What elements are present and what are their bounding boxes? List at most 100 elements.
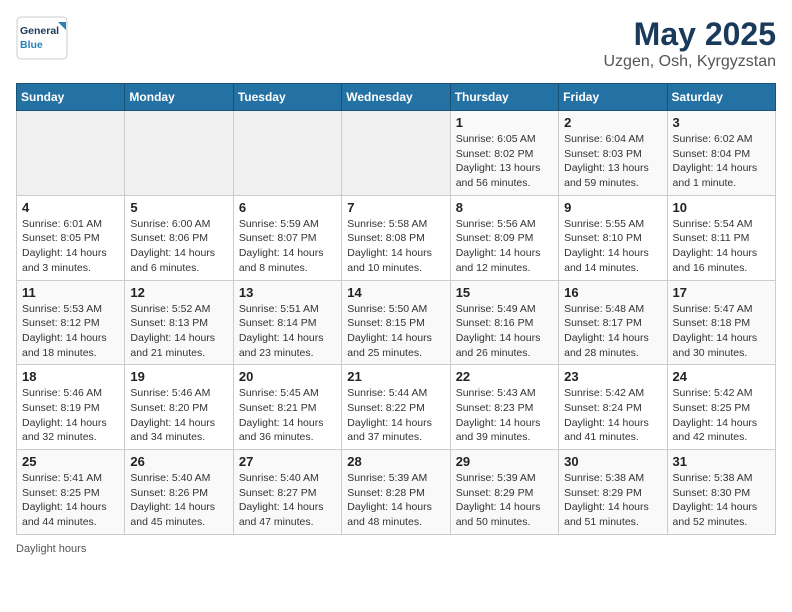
day-number: 9 — [564, 200, 661, 215]
day-info: Sunrise: 5:46 AMSunset: 8:19 PMDaylight:… — [22, 386, 119, 445]
calendar-cell: 19 Sunrise: 5:46 AMSunset: 8:20 PMDayligh… — [125, 365, 233, 450]
day-info: Sunrise: 5:40 AMSunset: 8:27 PMDaylight:… — [239, 471, 336, 530]
dow-header-friday: Friday — [559, 84, 667, 111]
calendar-cell — [233, 111, 341, 196]
calendar-cell: 6Sunrise: 5:59 AMSunset: 8:07 PMDaylight… — [233, 195, 341, 280]
day-number: 17 — [673, 285, 770, 300]
day-info: Sunrise: 5:46 AMSunset: 8:20 PMDaylight:… — [130, 386, 227, 445]
calendar-cell: 11 Sunrise: 5:53 AMSunset: 8:12 PMDayligh… — [17, 280, 125, 365]
calendar-cell: 23 Sunrise: 5:42 AMSunset: 8:24 PMDayligh… — [559, 365, 667, 450]
day-info: Sunrise: 6:05 AMSunset: 8:02 PMDaylight:… — [456, 132, 553, 191]
calendar-cell: 28 Sunrise: 5:39 AMSunset: 8:28 PMDayligh… — [342, 450, 450, 535]
day-info: Sunrise: 5:56 AMSunset: 8:09 PMDaylight:… — [456, 217, 553, 276]
day-number: 3 — [673, 115, 770, 130]
calendar-cell — [125, 111, 233, 196]
day-info: Sunrise: 5:38 AMSunset: 8:30 PMDaylight:… — [673, 471, 770, 530]
day-number: 2 — [564, 115, 661, 130]
logo: General Blue — [16, 16, 68, 60]
day-info: Sunrise: 5:47 AMSunset: 8:18 PMDaylight:… — [673, 302, 770, 361]
dow-header-saturday: Saturday — [667, 84, 775, 111]
page-subtitle: Uzgen, Osh, Kyrgyzstan — [603, 53, 776, 71]
calendar-cell: 18 Sunrise: 5:46 AMSunset: 8:19 PMDayligh… — [17, 365, 125, 450]
day-info: Sunrise: 5:42 AMSunset: 8:25 PMDaylight:… — [673, 386, 770, 445]
day-number: 11 — [22, 285, 119, 300]
calendar-cell — [17, 111, 125, 196]
day-info: Sunrise: 6:02 AMSunset: 8:04 PMDaylight:… — [673, 132, 770, 191]
day-info: Sunrise: 6:04 AMSunset: 8:03 PMDaylight:… — [564, 132, 661, 191]
calendar-cell: 7 Sunrise: 5:58 AMSunset: 8:08 PMDaylight… — [342, 195, 450, 280]
calendar-cell: 15Sunrise: 5:49 AMSunset: 8:16 PMDayligh… — [450, 280, 558, 365]
day-info: Sunrise: 5:42 AMSunset: 8:24 PMDaylight:… — [564, 386, 661, 445]
calendar-cell: 1Sunrise: 6:05 AMSunset: 8:02 PMDaylight… — [450, 111, 558, 196]
calendar-table: SundayMondayTuesdayWednesdayThursdayFrid… — [16, 83, 776, 535]
dow-header-wednesday: Wednesday — [342, 84, 450, 111]
days-of-week-row: SundayMondayTuesdayWednesdayThursdayFrid… — [17, 84, 776, 111]
dow-header-sunday: Sunday — [17, 84, 125, 111]
day-number: 24 — [673, 369, 770, 384]
day-info: Sunrise: 5:45 AMSunset: 8:21 PMDaylight:… — [239, 386, 336, 445]
dow-header-thursday: Thursday — [450, 84, 558, 111]
day-info: Sunrise: 5:44 AMSunset: 8:22 PMDaylight:… — [347, 386, 444, 445]
day-info: Sunrise: 5:55 AMSunset: 8:10 PMDaylight:… — [564, 217, 661, 276]
day-number: 16 — [564, 285, 661, 300]
daylight-note: Daylight hours — [16, 543, 86, 555]
day-number: 30 — [564, 454, 661, 469]
dow-header-tuesday: Tuesday — [233, 84, 341, 111]
day-number: 15 — [456, 285, 553, 300]
day-info: Sunrise: 5:58 AMSunset: 8:08 PMDaylight:… — [347, 217, 444, 276]
calendar-cell: 30 Sunrise: 5:38 AMSunset: 8:29 PMDayligh… — [559, 450, 667, 535]
day-info: Sunrise: 5:50 AMSunset: 8:15 PMDaylight:… — [347, 302, 444, 361]
day-number: 19 — [130, 369, 227, 384]
day-number: 20 — [239, 369, 336, 384]
calendar-body: 1Sunrise: 6:05 AMSunset: 8:02 PMDaylight… — [17, 111, 776, 535]
calendar-cell: 10 Sunrise: 5:54 AMSunset: 8:11 PMDayligh… — [667, 195, 775, 280]
day-number: 23 — [564, 369, 661, 384]
day-number: 10 — [673, 200, 770, 215]
calendar-week-1: 1Sunrise: 6:05 AMSunset: 8:02 PMDaylight… — [17, 111, 776, 196]
calendar-week-4: 18 Sunrise: 5:46 AMSunset: 8:19 PMDayligh… — [17, 365, 776, 450]
day-number: 4 — [22, 200, 119, 215]
calendar-cell: 24 Sunrise: 5:42 AMSunset: 8:25 PMDayligh… — [667, 365, 775, 450]
day-info: Sunrise: 5:54 AMSunset: 8:11 PMDaylight:… — [673, 217, 770, 276]
day-info: Sunrise: 5:53 AMSunset: 8:12 PMDaylight:… — [22, 302, 119, 361]
day-info: Sunrise: 5:43 AMSunset: 8:23 PMDaylight:… — [456, 386, 553, 445]
calendar-cell: 5 Sunrise: 6:00 AMSunset: 8:06 PMDaylight… — [125, 195, 233, 280]
day-number: 27 — [239, 454, 336, 469]
calendar-cell: 17 Sunrise: 5:47 AMSunset: 8:18 PMDayligh… — [667, 280, 775, 365]
calendar-cell: 29Sunrise: 5:39 AMSunset: 8:29 PMDayligh… — [450, 450, 558, 535]
day-number: 5 — [130, 200, 227, 215]
calendar-week-5: 25Sunrise: 5:41 AMSunset: 8:25 PMDayligh… — [17, 450, 776, 535]
calendar-cell: 14 Sunrise: 5:50 AMSunset: 8:15 PMDayligh… — [342, 280, 450, 365]
calendar-cell: 9 Sunrise: 5:55 AMSunset: 8:10 PMDaylight… — [559, 195, 667, 280]
day-number: 13 — [239, 285, 336, 300]
day-info: Sunrise: 5:39 AMSunset: 8:28 PMDaylight:… — [347, 471, 444, 530]
calendar-cell: 4 Sunrise: 6:01 AMSunset: 8:05 PMDaylight… — [17, 195, 125, 280]
calendar-cell: 31Sunrise: 5:38 AMSunset: 8:30 PMDayligh… — [667, 450, 775, 535]
day-number: 28 — [347, 454, 444, 469]
calendar-cell: 20 Sunrise: 5:45 AMSunset: 8:21 PMDayligh… — [233, 365, 341, 450]
day-info: Sunrise: 6:01 AMSunset: 8:05 PMDaylight:… — [22, 217, 119, 276]
day-number: 12 — [130, 285, 227, 300]
calendar-week-3: 11 Sunrise: 5:53 AMSunset: 8:12 PMDayligh… — [17, 280, 776, 365]
day-info: Sunrise: 5:38 AMSunset: 8:29 PMDaylight:… — [564, 471, 661, 530]
calendar-cell: 13 Sunrise: 5:51 AMSunset: 8:14 PMDayligh… — [233, 280, 341, 365]
calendar-cell: 22 Sunrise: 5:43 AMSunset: 8:23 PMDayligh… — [450, 365, 558, 450]
logo-svg: General Blue — [16, 16, 68, 60]
day-info: Sunrise: 5:59 AMSunset: 8:07 PMDaylight:… — [239, 217, 336, 276]
day-number: 14 — [347, 285, 444, 300]
day-info: Sunrise: 6:00 AMSunset: 8:06 PMDaylight:… — [130, 217, 227, 276]
title-block: May 2025 Uzgen, Osh, Kyrgyzstan — [603, 16, 776, 71]
calendar-cell: 8 Sunrise: 5:56 AMSunset: 8:09 PMDaylight… — [450, 195, 558, 280]
day-info: Sunrise: 5:48 AMSunset: 8:17 PMDaylight:… — [564, 302, 661, 361]
day-number: 22 — [456, 369, 553, 384]
day-number: 26 — [130, 454, 227, 469]
day-info: Sunrise: 5:39 AMSunset: 8:29 PMDaylight:… — [456, 471, 553, 530]
calendar-week-2: 4 Sunrise: 6:01 AMSunset: 8:05 PMDaylight… — [17, 195, 776, 280]
day-number: 8 — [456, 200, 553, 215]
page-header: General Blue May 2025 Uzgen, Osh, Kyrgyz… — [16, 16, 776, 71]
calendar-cell: 2 Sunrise: 6:04 AMSunset: 8:03 PMDaylight… — [559, 111, 667, 196]
day-number: 7 — [347, 200, 444, 215]
day-info: Sunrise: 5:51 AMSunset: 8:14 PMDaylight:… — [239, 302, 336, 361]
day-number: 18 — [22, 369, 119, 384]
calendar-cell: 27 Sunrise: 5:40 AMSunset: 8:27 PMDayligh… — [233, 450, 341, 535]
